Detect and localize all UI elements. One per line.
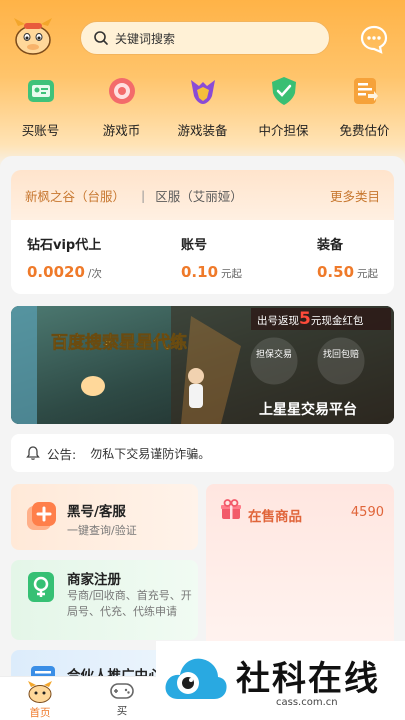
category-label: 免费估价	[339, 123, 390, 138]
price-item[interactable]: 账号 0.10 元起	[181, 234, 242, 281]
black-account-title: 黑号/客服	[67, 504, 126, 520]
banner-bottom-title: 上星星交易平台	[259, 401, 357, 418]
category-game-equipment[interactable]: 游戏装备	[162, 74, 243, 144]
tab-buy[interactable]: 买	[92, 681, 152, 718]
badge-recovery-guarantee: 找回包赔	[323, 348, 359, 360]
promo-banner[interactable]: 出号返现5元现金红包 担保交易 找回包赔 百度搜索星星代练 上星星交易平台	[11, 306, 394, 424]
on-sale-count: 4590	[350, 505, 384, 520]
category-guarantee[interactable]: 中介担保	[243, 74, 324, 144]
price-panel: 钻石vip代上 0.0020/次 账号 0.10 元起 装备 0.50 元起	[11, 220, 394, 294]
message-icon[interactable]	[359, 24, 389, 54]
bell-icon	[26, 446, 40, 460]
banner-cashback-prefix: 出号返现	[257, 314, 299, 327]
tab-home[interactable]: 首页	[10, 681, 70, 720]
bottom-tab-bar: 首页 买	[0, 676, 156, 720]
price-title: 钻石vip代上	[27, 238, 102, 253]
server-separator: |	[141, 187, 146, 203]
category-buy-account[interactable]: 买账号	[0, 74, 81, 144]
category-label: 游戏币	[102, 123, 141, 138]
price-unit: /次	[87, 268, 102, 280]
valuation-icon	[353, 78, 378, 104]
announcement-bar[interactable]: 公告: 勿私下交易谨防诈骗。	[11, 434, 394, 472]
announcement-text: 勿私下交易谨防诈骗。	[90, 446, 211, 461]
service-icon	[27, 502, 56, 530]
search-icon	[94, 31, 108, 45]
merchant-title: 商家注册	[67, 572, 121, 588]
price-value: 0.0020	[27, 263, 85, 281]
more-categories-link[interactable]: 更多类目	[330, 186, 380, 205]
server-game[interactable]: 新枫之谷（台服）	[25, 186, 125, 205]
on-sale-title: 在售商品	[248, 509, 302, 525]
price-value-row: 0.50 元起	[317, 263, 378, 281]
merchant-icon	[28, 572, 54, 602]
banner-artwork: 出号返现5元现金红包 担保交易 找回包赔 百度搜索星星代练 上星星交易平台	[11, 306, 394, 424]
app-logo-icon[interactable]	[12, 16, 54, 58]
merchant-sub: 号商/回收商、首充号、开局号、代充、代练申请	[67, 589, 192, 618]
price-value-row: 0.0020/次	[27, 263, 102, 281]
badge-secure-trade: 担保交易	[256, 348, 292, 360]
price-item[interactable]: 钻石vip代上 0.0020/次	[27, 234, 102, 281]
category-free-valuation[interactable]: 免费估价	[324, 74, 405, 144]
coin-icon	[108, 78, 135, 104]
price-value-row: 0.10 元起	[181, 263, 242, 281]
watermark-name: 社科在线	[236, 659, 380, 699]
gamepad-icon	[110, 683, 134, 699]
announcement-label: 公告:	[47, 446, 77, 462]
watermark-overlay: 社科在线 cass.com.cn	[156, 641, 405, 720]
price-unit: 元起	[357, 268, 379, 280]
server-selector[interactable]: 新枫之谷（台服） | 区服（艾丽娅） 更多类目	[11, 170, 394, 220]
black-account-sub: 一键查询/验证	[67, 524, 137, 537]
price-title: 账号	[181, 238, 208, 253]
tab-home-label: 首页	[29, 707, 51, 719]
category-label: 游戏装备	[177, 123, 228, 138]
search-placeholder: 关键词搜索	[115, 31, 176, 46]
home-logo-icon	[28, 681, 52, 703]
search-bar[interactable]: 关键词搜索	[80, 21, 330, 55]
cloud-logo-icon	[165, 658, 227, 699]
category-label: 买账号	[21, 123, 60, 138]
guarantee-icon	[271, 77, 296, 105]
server-region[interactable]: 区服（艾丽娅）	[155, 186, 243, 205]
price-value: 0.50	[317, 263, 355, 281]
category-nav: 买账号 游戏币 游戏装备 中介担保 免费估价	[0, 74, 405, 144]
account-icon	[27, 80, 54, 102]
category-label: 中介担保	[258, 123, 309, 138]
banner-left-title: 百度搜索星星代练	[51, 332, 187, 353]
price-item[interactable]: 装备 0.50 元起	[317, 234, 378, 281]
price-title: 装备	[317, 238, 344, 253]
merchant-register-card[interactable]: 商家注册 号商/回收商、首充号、开局号、代充、代练申请	[11, 560, 198, 640]
banner-cashback-amount: 5	[299, 309, 311, 329]
gift-icon	[221, 499, 241, 519]
banner-cashback-suffix: 元现金红包	[311, 314, 364, 327]
black-account-card[interactable]: 黑号/客服 一键查询/验证	[11, 484, 198, 550]
watermark-url: cass.com.cn	[276, 697, 338, 708]
price-value: 0.10	[181, 263, 219, 281]
category-game-coin[interactable]: 游戏币	[81, 74, 162, 144]
equipment-icon	[190, 80, 215, 104]
price-unit: 元起	[221, 268, 243, 280]
tab-buy-label: 买	[116, 705, 128, 717]
